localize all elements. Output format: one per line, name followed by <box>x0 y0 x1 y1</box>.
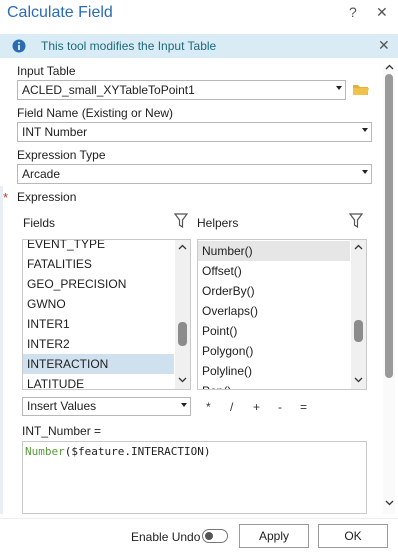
chevron-down-icon[interactable] <box>178 377 187 383</box>
field-name-value: INT Number <box>22 125 88 139</box>
required-marker: * <box>3 190 9 205</box>
list-item[interactable]: Point() <box>198 321 350 341</box>
dialog-scrollbar[interactable] <box>383 64 395 514</box>
helpers-scrollbar[interactable] <box>351 240 366 389</box>
banner-message: This tool modifies the Input Table <box>41 39 217 53</box>
enable-undo-toggle[interactable] <box>202 529 228 543</box>
list-item[interactable]: INTER1 <box>23 314 174 334</box>
chevron-down-icon <box>362 128 368 132</box>
list-item[interactable]: Pop() <box>198 381 350 389</box>
chevron-down-icon <box>181 403 187 407</box>
list-item[interactable]: Overlaps() <box>198 301 350 321</box>
list-item[interactable]: Polygon() <box>198 341 350 361</box>
operator-plus[interactable]: + <box>253 400 260 414</box>
expression-type-label: Expression Type <box>17 148 106 162</box>
scrollbar-thumb[interactable] <box>385 74 393 378</box>
helpers-list[interactable]: Number() Offset() OrderBy() Overlaps() P… <box>197 239 367 390</box>
expression-type-value: Arcade <box>22 167 61 181</box>
expression-function: Number <box>25 445 65 458</box>
list-item-selected[interactable]: INTERACTION <box>23 354 174 374</box>
insert-values-combo[interactable]: Insert Values <box>22 397 191 416</box>
input-table-label: Input Table <box>17 64 76 78</box>
helpers-header: Helpers <box>197 216 239 230</box>
list-item[interactable]: FATALITIES <box>23 254 174 274</box>
folder-icon[interactable] <box>352 82 370 97</box>
list-item[interactable]: OrderBy() <box>198 281 350 301</box>
enable-undo-label: Enable Undo <box>131 530 201 544</box>
insert-values-label: Insert Values <box>27 399 97 413</box>
scrollbar-thumb[interactable] <box>178 322 187 346</box>
list-item[interactable]: EVENT_TYPE <box>23 240 174 254</box>
filter-icon[interactable] <box>174 213 188 229</box>
chevron-up-icon[interactable] <box>354 244 363 250</box>
list-item[interactable]: Offset() <box>198 261 350 281</box>
chevron-down-icon <box>336 86 342 90</box>
fields-scrollbar[interactable] <box>175 240 190 389</box>
operator-minus[interactable]: - <box>278 400 282 414</box>
list-item[interactable]: GEO_PRECISION <box>23 274 174 294</box>
chevron-down-icon <box>362 170 368 174</box>
operator-divide[interactable]: / <box>230 400 233 414</box>
fields-header: Fields <box>23 216 56 230</box>
banner-close-icon[interactable]: ✕ <box>378 37 390 54</box>
expression-argument: ($feature.INTERACTION) <box>64 445 211 458</box>
input-table-value: ACLED_small_XYTableToPoint1 <box>22 83 195 97</box>
chevron-down-icon[interactable] <box>354 377 363 383</box>
list-item-highlighted[interactable]: Number() <box>198 241 350 261</box>
chevron-up-icon[interactable] <box>385 64 394 70</box>
chevron-down-icon[interactable] <box>385 500 394 506</box>
close-icon[interactable]: ✕ <box>376 4 388 21</box>
expression-type-combo[interactable]: Arcade <box>17 164 372 184</box>
list-item[interactable]: LATITUDE <box>23 374 174 389</box>
info-icon <box>12 39 26 53</box>
scrollbar-thumb[interactable] <box>354 320 363 342</box>
chevron-up-icon[interactable] <box>178 244 187 250</box>
fields-list[interactable]: EVENT_TYPE FATALITIES GEO_PRECISION GWNO… <box>22 239 191 390</box>
toggle-knob <box>205 532 213 540</box>
input-table-combo[interactable]: ACLED_small_XYTableToPoint1 <box>17 80 346 100</box>
info-banner: This tool modifies the Input Table ✕ <box>0 34 398 58</box>
apply-button[interactable]: Apply <box>239 524 309 548</box>
expression-code: Number($feature.INTERACTION) <box>25 445 210 458</box>
dialog-title: Calculate Field <box>7 4 113 21</box>
operator-multiply[interactable]: * <box>206 400 211 414</box>
filter-icon[interactable] <box>349 213 363 229</box>
operator-equals[interactable]: = <box>300 400 307 414</box>
expression-target-label: INT_Number = <box>22 424 102 438</box>
ok-button[interactable]: OK <box>318 524 388 548</box>
section-accent-strip <box>0 186 3 514</box>
help-icon[interactable]: ? <box>349 4 357 20</box>
field-name-combo[interactable]: INT Number <box>17 122 372 142</box>
list-item[interactable]: Polyline() <box>198 361 350 381</box>
list-item[interactable]: INTER2 <box>23 334 174 354</box>
expression-editor[interactable]: Number($feature.INTERACTION) <box>22 441 367 514</box>
field-name-label: Field Name (Existing or New) <box>17 106 174 120</box>
expression-label: Expression <box>17 190 77 204</box>
list-item[interactable]: GWNO <box>23 294 174 314</box>
